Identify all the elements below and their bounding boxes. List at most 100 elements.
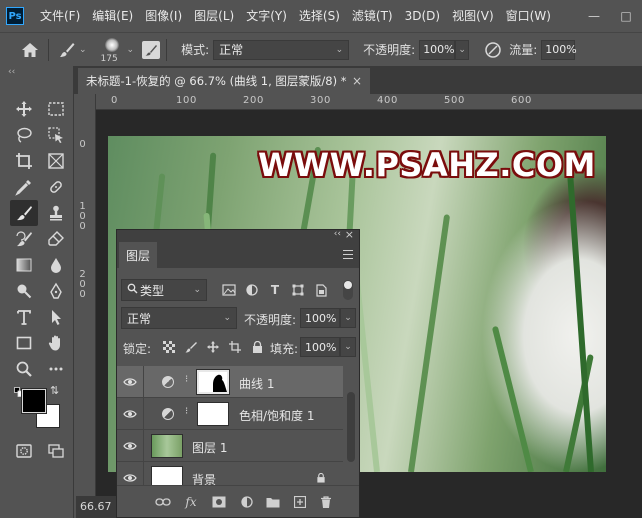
chevron-down-icon[interactable]: ⌄ xyxy=(127,45,135,55)
layer-row-layer-1[interactable]: 图层 1 xyxy=(117,430,343,462)
pressure-opacity-icon[interactable] xyxy=(481,38,505,62)
swap-colors-icon[interactable]: ⇅ xyxy=(50,384,62,397)
eraser-tool-icon[interactable] xyxy=(42,226,70,252)
link-layers-icon[interactable] xyxy=(155,494,171,510)
path-selection-tool-icon[interactable] xyxy=(42,304,70,330)
horizontal-ruler[interactable]: 0 1 0 0 2 0 0 3 0 0 4 0 0 5 0 0 6 0 0 xyxy=(96,94,642,110)
visibility-eye-icon[interactable] xyxy=(123,377,137,387)
brush-tool-preset-icon[interactable] xyxy=(55,38,79,62)
opacity-input[interactable]: 100% xyxy=(419,39,456,60)
menu-3d[interactable]: 3D(D) xyxy=(399,0,446,32)
layer-kind-filter[interactable]: 类型 ⌄ xyxy=(121,279,207,301)
menu-file[interactable]: 文件(F) xyxy=(34,0,86,32)
marquee-tool-icon[interactable] xyxy=(42,96,70,122)
new-group-icon[interactable] xyxy=(265,494,281,510)
filter-shape-layers-icon[interactable] xyxy=(290,282,306,298)
history-brush-tool-icon[interactable] xyxy=(10,226,38,252)
layer-mask-thumbnail[interactable] xyxy=(197,402,229,426)
scrollbar-thumb[interactable] xyxy=(347,392,355,462)
filter-pixel-layers-icon[interactable] xyxy=(221,282,237,298)
gradient-tool-icon[interactable] xyxy=(10,252,38,278)
visibility-eye-icon[interactable] xyxy=(123,473,137,483)
move-tool-icon[interactable] xyxy=(10,96,38,122)
layer-row-hue-saturation[interactable]: ⁝ 色相/饱和度 1 xyxy=(117,398,343,430)
layer-opacity-dropdown[interactable]: ⌄ xyxy=(340,308,356,328)
fill-dropdown[interactable]: ⌄ xyxy=(340,337,356,357)
filter-smart-objects-icon[interactable] xyxy=(313,282,329,298)
menu-select[interactable]: 选择(S) xyxy=(293,0,346,32)
quick-mask-icon[interactable] xyxy=(10,438,38,464)
layer-opacity-input[interactable]: 100% xyxy=(300,308,340,328)
fill-input[interactable]: 100% xyxy=(300,337,340,357)
new-adjustment-layer-icon[interactable] xyxy=(239,494,255,510)
tab-layers[interactable]: 图层 xyxy=(119,242,157,268)
lasso-tool-icon[interactable] xyxy=(10,122,38,148)
rectangle-tool-icon[interactable] xyxy=(10,330,38,356)
document-tab[interactable]: 未标题-1-恢复的 @ 66.7% (曲线 1, 图层蒙版/8) * × xyxy=(78,68,370,94)
lock-artboard-icon[interactable] xyxy=(227,339,243,355)
foreground-color-swatch[interactable] xyxy=(21,388,47,414)
layer-blend-mode-select[interactable]: 正常 ⌄ xyxy=(121,307,237,329)
close-tab-icon[interactable]: × xyxy=(352,74,362,88)
menu-window[interactable]: 窗口(W) xyxy=(500,0,557,32)
filter-toggle-switch[interactable] xyxy=(343,280,353,300)
lock-all-icon[interactable] xyxy=(249,339,265,355)
lock-icon[interactable] xyxy=(316,473,326,483)
frame-tool-icon[interactable] xyxy=(42,148,70,174)
toolbar-collapse-button[interactable]: ‹‹ xyxy=(0,66,73,80)
menu-type[interactable]: 文字(Y) xyxy=(240,0,293,32)
dodge-tool-icon[interactable] xyxy=(10,278,38,304)
healing-brush-tool-icon[interactable] xyxy=(42,174,70,200)
blur-tool-icon[interactable] xyxy=(42,252,70,278)
layer-row-curves[interactable]: ⁝ 曲线 1 xyxy=(117,366,343,398)
layer-list-scrollbar[interactable] xyxy=(345,366,357,494)
eyedropper-tool-icon[interactable] xyxy=(10,174,38,200)
add-layer-mask-icon[interactable] xyxy=(211,494,227,510)
filter-type-layers-icon[interactable]: T xyxy=(267,282,283,298)
brush-size-picker[interactable]: 175 xyxy=(97,35,127,65)
new-layer-icon[interactable] xyxy=(292,494,308,510)
menu-view[interactable]: 视图(V) xyxy=(446,0,500,32)
panel-menu-icon[interactable] xyxy=(343,250,353,259)
menu-filter[interactable]: 滤镜(T) xyxy=(346,0,399,32)
blend-mode-select[interactable]: 正常 ⌄ xyxy=(213,39,350,60)
crop-tool-icon[interactable] xyxy=(10,148,38,174)
layer-effects-icon[interactable]: fx xyxy=(183,494,199,510)
close-panel-icon[interactable]: × xyxy=(345,228,354,241)
screen-mode-icon[interactable] xyxy=(42,438,70,464)
mask-link-icon[interactable]: ⁝ xyxy=(185,374,188,385)
lock-image-pixels-icon[interactable] xyxy=(183,339,199,355)
object-selection-tool-icon[interactable] xyxy=(42,122,70,148)
clone-stamp-tool-icon[interactable] xyxy=(42,200,70,226)
visibility-eye-icon[interactable] xyxy=(123,441,137,451)
chevron-down-icon[interactable]: ⌄ xyxy=(79,45,87,55)
home-icon[interactable] xyxy=(18,38,42,62)
filter-adjustment-layers-icon[interactable] xyxy=(244,282,260,298)
collapse-panel-icon[interactable]: ‹‹ xyxy=(334,229,341,239)
opacity-dropdown[interactable]: ⌄ xyxy=(455,39,470,60)
visibility-eye-icon[interactable] xyxy=(123,409,137,419)
type-tool-icon[interactable] xyxy=(10,304,38,330)
more-tools-icon[interactable] xyxy=(42,356,70,382)
chevron-down-icon: ⌄ xyxy=(344,342,352,352)
menu-layer[interactable]: 图层(L) xyxy=(188,0,240,32)
brush-tool-icon[interactable] xyxy=(10,200,38,226)
zoom-status[interactable]: 66.67 xyxy=(76,496,116,518)
hand-tool-icon[interactable] xyxy=(42,330,70,356)
mask-link-icon[interactable]: ⁝ xyxy=(185,406,188,417)
lock-position-icon[interactable] xyxy=(205,339,221,355)
lock-transparent-pixels-icon[interactable] xyxy=(161,339,177,355)
zoom-tool-icon[interactable] xyxy=(10,356,38,382)
menu-edit[interactable]: 编辑(E) xyxy=(86,0,139,32)
vertical-ruler[interactable]: 0 1 0 0 2 0 0 xyxy=(74,94,96,518)
layer-mask-thumbnail[interactable] xyxy=(196,369,230,395)
pen-tool-icon[interactable] xyxy=(42,278,70,304)
menu-image[interactable]: 图像(I) xyxy=(139,0,188,32)
layer-thumbnail[interactable] xyxy=(151,434,183,458)
flow-input[interactable]: 100% xyxy=(541,39,577,60)
brush-settings-panel-icon[interactable] xyxy=(142,40,161,59)
minimize-button[interactable]: — xyxy=(578,0,610,32)
delete-layer-icon[interactable] xyxy=(318,494,334,510)
layer-name: 曲线 1 xyxy=(239,377,275,391)
maximize-button[interactable]: □ xyxy=(610,0,642,32)
